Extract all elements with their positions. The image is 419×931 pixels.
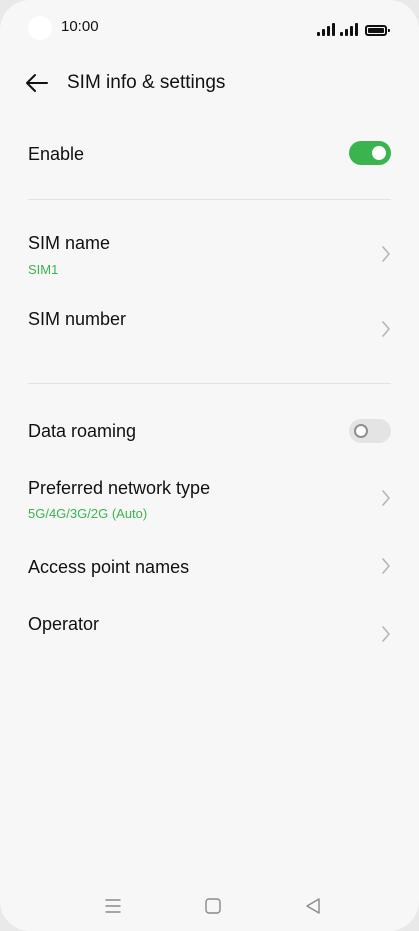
home-square-icon[interactable] [201, 894, 225, 918]
signal-icon-2 [340, 23, 358, 36]
preferred-network-label: Preferred network type [28, 478, 211, 498]
phone-screen: 10:00 SIM info & settings Enable SIM nam… [0, 0, 419, 931]
data-roaming-row[interactable]: Data roaming [0, 408, 419, 454]
enable-row[interactable]: Enable [0, 130, 419, 178]
apn-label: Access point names [28, 557, 190, 577]
menu-icon[interactable] [101, 894, 125, 918]
operator-label: Operator [28, 614, 100, 634]
chevron-right-icon [382, 490, 390, 506]
chevron-right-icon [382, 246, 390, 262]
divider [28, 383, 391, 384]
signal-icon [317, 23, 335, 36]
back-triangle-icon[interactable] [301, 894, 325, 918]
app-header: SIM info & settings [0, 60, 419, 106]
data-roaming-label: Data roaming [28, 421, 137, 441]
sim-number-label: SIM number [28, 309, 127, 329]
sim-name-row[interactable]: SIM name SIM1 [0, 222, 419, 284]
status-time: 10:00 [61, 18, 99, 35]
preferred-network-value: 5G/4G/3G/2G (Auto) [28, 506, 148, 521]
apn-row[interactable]: Access point names [0, 545, 419, 589]
chevron-right-icon [382, 321, 390, 337]
navigation-bar [0, 884, 419, 928]
operator-row[interactable]: Operator [0, 605, 419, 663]
enable-toggle[interactable] [349, 141, 391, 165]
arrow-left-icon[interactable] [24, 70, 50, 96]
battery-icon [365, 25, 390, 36]
sim-number-row[interactable]: SIM number [0, 300, 419, 360]
data-roaming-toggle[interactable] [349, 419, 391, 443]
status-bar: 10:00 [0, 0, 419, 56]
chevron-right-icon [382, 626, 390, 642]
toggle-knob [354, 424, 368, 438]
status-icons [317, 20, 390, 36]
chevron-right-icon [382, 558, 390, 574]
camera-cutout [28, 16, 52, 40]
sim-name-label: SIM name [28, 233, 111, 253]
page-title: SIM info & settings [67, 72, 226, 93]
enable-label: Enable [28, 144, 85, 164]
divider [28, 199, 391, 200]
preferred-network-row[interactable]: Preferred network type 5G/4G/3G/2G (Auto… [0, 468, 419, 530]
sim-name-value: SIM1 [28, 262, 59, 277]
toggle-knob [372, 146, 386, 160]
